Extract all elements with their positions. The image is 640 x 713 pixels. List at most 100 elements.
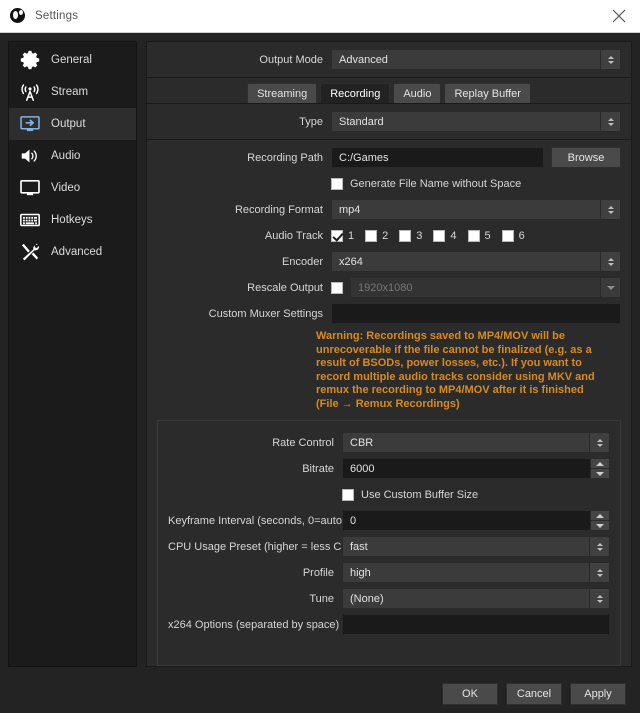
sidebar-item-label: Output	[51, 118, 86, 130]
sidebar-item-stream[interactable]: Stream	[9, 76, 136, 108]
mp4-warning-text: Warning: Recordings saved to MP4/MOV wil…	[316, 330, 595, 410]
rate-control-label: Rate Control	[272, 436, 334, 449]
chevron-down-icon	[600, 278, 620, 297]
recording-format-label: Recording Format	[234, 203, 323, 216]
audio-track-number: 5	[484, 229, 491, 242]
audio-track-3-checkbox[interactable]	[399, 229, 412, 242]
bitrate-label: Bitrate	[302, 462, 334, 475]
speaker-icon	[18, 144, 42, 168]
custom-buffer-checkbox[interactable]	[342, 488, 354, 501]
audio-track-2-checkbox[interactable]	[365, 229, 378, 242]
rescale-output-checkbox[interactable]	[331, 281, 343, 294]
audio-track-number: 3	[416, 229, 423, 242]
tab-replay-buffer[interactable]: Replay Buffer	[444, 83, 531, 103]
audio-track-number: 1	[348, 229, 355, 242]
sidebar-item-hotkeys[interactable]: Hotkeys	[9, 204, 136, 236]
browse-label: Browse	[567, 151, 605, 164]
recording-format-select[interactable]: mp4	[331, 199, 621, 220]
sidebar-item-label: Advanced	[51, 246, 103, 258]
apply-button[interactable]: Apply	[570, 683, 626, 705]
custom-muxer-row: Custom Muxer Settings	[157, 303, 621, 324]
tab-recording[interactable]: Recording	[320, 83, 391, 103]
audio-track-row: Audio Track 1 2 3 4 5 6	[157, 225, 621, 246]
cancel-button[interactable]: Cancel	[506, 683, 562, 705]
generate-nospace-checkbox[interactable]	[331, 177, 343, 190]
tab-label: Replay Buffer	[454, 87, 521, 100]
custom-muxer-input[interactable]	[331, 303, 621, 324]
chevron-updown-icon[interactable]	[600, 252, 620, 271]
output-mode-label: Output Mode	[259, 53, 323, 66]
apply-label: Apply	[584, 688, 612, 700]
type-select[interactable]: Standard	[331, 111, 621, 132]
cpu-preset-value: fast	[350, 540, 368, 553]
ok-button[interactable]: OK	[442, 683, 498, 705]
chevron-updown-icon[interactable]	[600, 112, 620, 131]
tune-select[interactable]: (None)	[342, 588, 610, 609]
x264-options-row: x264 Options (separated by space)	[168, 614, 610, 635]
chevron-updown-icon[interactable]	[589, 589, 609, 608]
audio-track-6-checkbox[interactable]	[501, 229, 514, 242]
sidebar-item-audio[interactable]: Audio	[9, 140, 136, 172]
window-title: Settings	[35, 10, 79, 22]
keyframe-interval-value: 0	[350, 514, 357, 527]
custom-muxer-label: Custom Muxer Settings	[208, 307, 323, 320]
audio-track-number: 6	[518, 229, 525, 242]
sidebar-item-output[interactable]: Output	[9, 108, 136, 140]
chevron-updown-icon[interactable]	[589, 433, 609, 452]
x264-options-label: x264 Options (separated by space)	[168, 618, 340, 631]
output-mode-row: Output Mode Advanced	[147, 42, 631, 77]
output-mode-section: Output Mode Advanced	[146, 41, 632, 78]
stepper-up-icon[interactable]	[590, 511, 609, 521]
gear-icon	[18, 48, 42, 72]
settings-window: Settings General Stream Output Audio Vid…	[0, 0, 640, 713]
chevron-updown-icon[interactable]	[600, 200, 620, 219]
output-mode-select[interactable]: Advanced	[331, 49, 621, 70]
bitrate-input[interactable]: 6000	[342, 458, 610, 479]
chevron-updown-icon[interactable]	[589, 563, 609, 582]
keyframe-stepper[interactable]	[590, 511, 609, 530]
obs-logo-icon	[10, 8, 26, 24]
chevron-updown-icon[interactable]	[600, 50, 620, 69]
settings-content: Output Mode Advanced Streaming Recording…	[146, 41, 632, 667]
audio-track-label: Audio Track	[264, 229, 323, 242]
settings-body: General Stream Output Audio Video Hotkey…	[0, 33, 640, 675]
encoder-label: Encoder	[282, 255, 323, 268]
dialog-footer: OK Cancel Apply	[0, 675, 640, 713]
close-icon[interactable]	[612, 9, 626, 23]
keyframe-interval-input[interactable]: 0	[342, 510, 610, 531]
settings-sidebar: General Stream Output Audio Video Hotkey…	[8, 41, 137, 667]
encoder-select[interactable]: x264	[331, 251, 621, 272]
bitrate-row: Bitrate 6000	[168, 458, 610, 479]
audio-track-4-checkbox[interactable]	[433, 229, 446, 242]
sidebar-item-general[interactable]: General	[9, 44, 136, 76]
sidebar-item-label: Hotkeys	[51, 214, 93, 226]
rate-control-select[interactable]: CBR	[342, 432, 610, 453]
cpu-preset-select[interactable]: fast	[342, 536, 610, 557]
sidebar-item-label: Video	[51, 182, 81, 194]
audio-track-1-checkbox[interactable]	[331, 229, 343, 242]
tab-audio[interactable]: Audio	[393, 83, 442, 103]
profile-select[interactable]: high	[342, 562, 610, 583]
x264-options-input[interactable]	[342, 614, 610, 635]
profile-label: Profile	[302, 566, 334, 579]
tab-streaming[interactable]: Streaming	[247, 83, 318, 103]
type-row: Type Standard	[147, 104, 631, 139]
recording-path-input[interactable]: C:/Games	[331, 147, 544, 168]
sidebar-item-advanced[interactable]: Advanced	[9, 236, 136, 268]
recording-format-value: mp4	[339, 203, 361, 216]
stepper-down-icon[interactable]	[590, 521, 609, 530]
profile-row: Profile high	[168, 562, 610, 583]
stepper-up-icon[interactable]	[590, 459, 609, 469]
audio-track-item: 2	[365, 229, 388, 242]
chevron-updown-icon[interactable]	[589, 537, 609, 556]
bitrate-value: 6000	[350, 462, 375, 475]
generate-nospace-label: Generate File Name without Space	[350, 177, 522, 190]
recording-format-row: Recording Format mp4	[157, 199, 621, 220]
bitrate-stepper[interactable]	[590, 459, 609, 478]
audio-track-item: 4	[433, 229, 457, 242]
sidebar-item-video[interactable]: Video	[9, 172, 136, 204]
tab-label: Recording	[330, 87, 381, 100]
audio-track-5-checkbox[interactable]	[467, 229, 480, 242]
stepper-down-icon[interactable]	[590, 469, 609, 478]
browse-button[interactable]: Browse	[551, 147, 621, 168]
